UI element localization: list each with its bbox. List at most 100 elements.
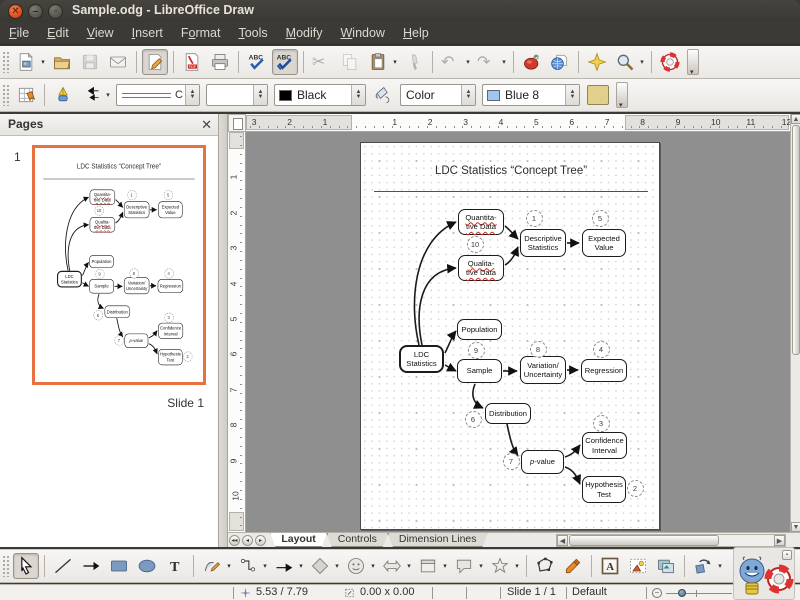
horizontal-ruler[interactable]: 321123456789101112 — [246, 114, 790, 132]
edge-sample-to-distribution[interactable] — [473, 384, 483, 408]
menu-tools[interactable]: Tools — [229, 22, 276, 43]
node-qualitative-data[interactable]: Qualita-tive Data — [458, 255, 504, 281]
slide-thumbnail[interactable]: LDC Statistics “Concept Tree”Quantita-ti… — [32, 145, 206, 385]
menu-help[interactable]: Help — [394, 22, 438, 43]
scroll-right-icon[interactable]: ▶ — [774, 535, 785, 546]
stars-dropdown-icon[interactable]: ▾ — [513, 562, 521, 570]
edge-quantitative-data-to-descriptive-statistics[interactable] — [505, 226, 518, 239]
glue-points-button[interactable] — [560, 553, 586, 579]
zoom-out-icon[interactable]: − — [652, 588, 662, 598]
line-color-select[interactable]: Black▲▼ — [274, 84, 366, 106]
pages-panel-close-icon[interactable]: ✕ — [201, 117, 212, 133]
menu-modify[interactable]: Modify — [277, 22, 332, 43]
navigator-button[interactable] — [584, 49, 610, 75]
toolbar-grip[interactable] — [2, 555, 9, 577]
horizontal-scrollbar-thumb[interactable] — [569, 535, 719, 546]
insert-gallery-button[interactable] — [653, 553, 679, 579]
line-arrow-end-button[interactable] — [78, 553, 104, 579]
line-width-input[interactable]: ▲▼ — [206, 84, 268, 106]
node-sample[interactable]: Sample — [457, 359, 502, 383]
zoom-slider[interactable]: − — [652, 588, 732, 598]
menu-file[interactable]: File — [0, 22, 38, 43]
badge-8[interactable]: 8 — [530, 341, 547, 358]
fontwork-button[interactable]: A — [597, 553, 623, 579]
horizontal-scrollbar[interactable]: ◀ ▶ — [556, 534, 786, 547]
edit-points-pen-button[interactable] — [50, 82, 76, 108]
snap-to-grid-button[interactable] — [13, 82, 39, 108]
node-variation-uncertainty[interactable]: Variation/Uncertainty — [520, 356, 566, 384]
badge-6[interactable]: 6 — [465, 411, 482, 428]
node-confidence-interval[interactable]: ConfidenceInterval — [582, 432, 627, 459]
diagram-title[interactable]: LDC Statistics “Concept Tree” — [361, 165, 661, 177]
flowchart-button[interactable] — [415, 553, 441, 579]
vertical-scrollbar[interactable]: ▲ ▼ — [790, 114, 800, 532]
auto-spellcheck-button[interactable]: ABC — [272, 49, 298, 75]
basic-shapes-button[interactable] — [307, 553, 333, 579]
rotate-dropdown-icon[interactable]: ▾ — [716, 562, 724, 570]
callouts-button[interactable] — [451, 553, 477, 579]
badge-2[interactable]: 2 — [627, 480, 644, 497]
menu-insert[interactable]: Insert — [123, 22, 172, 43]
edge-p-value-to-hypothesis-test[interactable] — [565, 467, 580, 484]
stars-button[interactable] — [487, 553, 513, 579]
edge-ldc-statistics-to-population[interactable] — [445, 331, 456, 353]
from-file-button[interactable] — [625, 553, 651, 579]
edge-qualitative-data-to-descriptive-statistics[interactable] — [505, 247, 518, 265]
redo-dropdown-icon[interactable]: ▾ — [500, 58, 508, 66]
previous-layer-button[interactable]: ◂ — [242, 535, 253, 546]
rotate-button[interactable] — [690, 553, 716, 579]
close-window-button[interactable]: ✕ — [8, 4, 23, 19]
connector-button[interactable] — [235, 553, 261, 579]
first-layer-button[interactable]: ◂◂ — [229, 535, 240, 546]
fill-style-select[interactable]: Color▲▼ — [400, 84, 476, 106]
tab-layout[interactable]: Layout — [270, 533, 326, 547]
fill-color-select[interactable]: Blue 8▲▼ — [482, 84, 580, 106]
maximize-window-button[interactable]: ▫ — [48, 4, 63, 19]
arrow-style-dropdown-icon[interactable]: ▾ — [104, 91, 112, 99]
connector-dropdown-icon[interactable]: ▾ — [261, 562, 269, 570]
toolbar-overflow-button[interactable] — [687, 49, 699, 75]
text-box-button[interactable]: T — [162, 553, 188, 579]
next-layer-button[interactable]: ▸ — [255, 535, 266, 546]
zoom-slider-handle[interactable] — [678, 589, 686, 597]
basic-shapes-dropdown-icon[interactable]: ▾ — [333, 562, 341, 570]
tab-controls[interactable]: Controls — [327, 533, 388, 547]
badge-3[interactable]: 3 — [593, 415, 610, 432]
node-population[interactable]: Population — [457, 319, 502, 340]
edge-ldc-statistics-to-qualitative-data[interactable] — [419, 268, 456, 345]
node-descriptive-statistics[interactable]: DescriptiveStatistics — [520, 229, 566, 257]
node-ldc-statistics[interactable]: LDCStatistics — [399, 345, 444, 373]
tab-dimension-lines[interactable]: Dimension Lines — [388, 533, 488, 547]
line-width-input-spinner[interactable]: ▲▼ — [253, 85, 267, 105]
node-regression[interactable]: Regression — [581, 359, 627, 382]
help-button[interactable] — [657, 49, 683, 75]
minimize-window-button[interactable]: – — [28, 4, 43, 19]
open-button[interactable] — [49, 49, 75, 75]
hyperlink-button[interactable] — [547, 49, 573, 75]
badge-4[interactable]: 4 — [593, 341, 610, 358]
zoom-slider-track[interactable] — [666, 593, 732, 594]
line-style-select[interactable]: ▲▼ — [116, 84, 200, 106]
scroll-left-icon[interactable]: ◀ — [557, 535, 568, 546]
drawing-workspace[interactable]: LDC Statistics “Concept Tree”Quantita-ti… — [246, 132, 790, 532]
edge-ldc-statistics-to-sample[interactable] — [445, 365, 456, 371]
badge-9[interactable]: 9 — [468, 342, 485, 359]
points-button[interactable] — [532, 553, 558, 579]
arrow-style-button[interactable] — [78, 82, 104, 108]
menu-edit[interactable]: Edit — [38, 22, 78, 43]
new-document-dropdown-icon[interactable]: ▾ — [39, 58, 47, 66]
curve-button[interactable] — [199, 553, 225, 579]
block-arrows-dropdown-icon[interactable]: ▾ — [405, 562, 413, 570]
curve-dropdown-icon[interactable]: ▾ — [225, 562, 233, 570]
lines-and-arrows-dropdown-icon[interactable]: ▾ — [297, 562, 305, 570]
callouts-dropdown-icon[interactable]: ▾ — [477, 562, 485, 570]
badge-5[interactable]: 5 — [592, 210, 609, 227]
edge-p-value-to-confidence-interval[interactable] — [565, 445, 580, 457]
export-pdf-button[interactable]: PDF — [179, 49, 205, 75]
edit-file-button[interactable] — [142, 49, 168, 75]
shadow-button[interactable] — [587, 85, 609, 105]
node-hypothesis-test[interactable]: HypothesisTest — [582, 476, 626, 503]
ellipse-button[interactable] — [134, 553, 160, 579]
symbol-shapes-button[interactable] — [343, 553, 369, 579]
menu-view[interactable]: View — [78, 22, 123, 43]
